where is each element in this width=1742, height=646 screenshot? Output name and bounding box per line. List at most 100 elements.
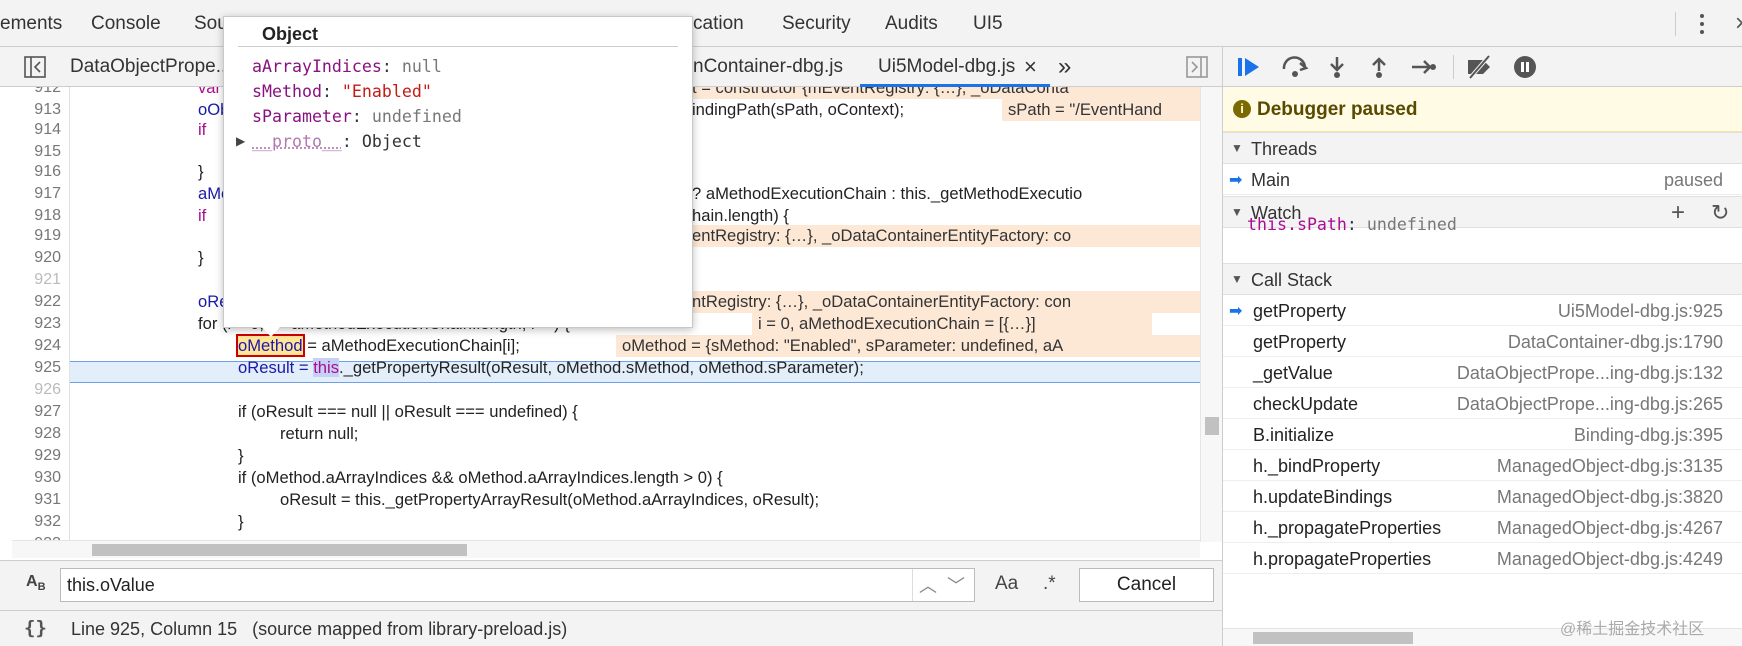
frame-location[interactable]: ManagedObject-dbg.js:4267 — [1497, 518, 1723, 539]
toolbar-divider — [1675, 12, 1676, 36]
tab-ui5[interactable]: UI5 — [973, 0, 1003, 47]
threads-section-header[interactable]: ▼ Threads — [1223, 132, 1742, 164]
file-tab-ui5model[interactable]: Ui5Model-dbg.js — [878, 47, 1015, 87]
watch-expression-row[interactable]: this.sPath: undefined — [1247, 215, 1457, 234]
line-number[interactable]: 928 — [12, 423, 61, 445]
callstack-section-header[interactable]: ▼ Call Stack — [1223, 263, 1742, 295]
call-frame[interactable]: ➡ getProperty Ui5Model-dbg.js:925 — [1223, 295, 1742, 326]
frame-location[interactable]: ManagedObject-dbg.js:3820 — [1497, 487, 1723, 508]
thread-row[interactable]: ➡ Main paused — [1223, 164, 1742, 195]
close-devtools-icon[interactable]: × — [1735, 10, 1742, 38]
match-case-button[interactable]: Aa — [995, 573, 1018, 595]
line-number[interactable]: 916 — [12, 161, 61, 183]
step-icon[interactable] — [1409, 55, 1437, 79]
more-options-icon[interactable] — [1690, 12, 1714, 36]
frame-location[interactable]: Binding-dbg.js:395 — [1574, 425, 1723, 446]
resume-icon[interactable] — [1237, 55, 1263, 79]
frame-function: checkUpdate — [1253, 394, 1358, 415]
close-tab-icon[interactable]: × — [1024, 47, 1037, 87]
frame-location[interactable]: DataObjectPrope...ing-dbg.js:132 — [1457, 363, 1723, 384]
frame-location[interactable]: ManagedObject-dbg.js:4249 — [1497, 549, 1723, 570]
line-number[interactable]: 926 — [12, 379, 61, 401]
scroll-thumb[interactable] — [1253, 632, 1413, 644]
line-number[interactable]: 919 — [12, 225, 61, 247]
step-over-icon[interactable] — [1281, 55, 1309, 79]
line-number[interactable]: 922 — [12, 291, 61, 313]
search-next-icon[interactable]: ﹀ — [947, 572, 965, 598]
line-number[interactable]: 913 — [12, 99, 61, 121]
call-frame[interactable]: _getValue DataObjectPrope...ing-dbg.js:1… — [1223, 357, 1742, 388]
step-into-icon[interactable] — [1325, 55, 1349, 79]
cursor-position: Line 925, Column 15 (source mapped from … — [71, 619, 567, 640]
line-number[interactable]: 923 — [12, 313, 61, 335]
call-frame[interactable]: B.initialize Binding-dbg.js:395 — [1223, 419, 1742, 450]
line-number[interactable]: 932 — [12, 511, 61, 533]
editor-horizontal-scrollbar[interactable] — [12, 540, 1200, 558]
popover-property: sParameter: undefined — [252, 106, 462, 128]
popover-title: Object — [262, 24, 318, 45]
tab-elements[interactable]: ements — [0, 0, 62, 47]
popover-property-proto[interactable]: __proto__: Object — [252, 131, 422, 153]
scroll-thumb[interactable] — [92, 544, 467, 556]
call-frame[interactable]: h._bindProperty ManagedObject-dbg.js:313… — [1223, 450, 1742, 481]
line-number[interactable]: 918 — [12, 205, 61, 227]
search-previous-icon[interactable]: ︿ — [919, 572, 937, 598]
call-frame[interactable]: h._propagateProperties ManagedObject-dbg… — [1223, 512, 1742, 543]
call-frame[interactable]: h.updateBindings ManagedObject-dbg.js:38… — [1223, 481, 1742, 512]
line-number[interactable]: 931 — [12, 489, 61, 511]
line-number-gutter[interactable]: 912 913 914 915 916 917 918 919 920 921 … — [12, 87, 70, 542]
line-number[interactable]: 915 — [12, 141, 61, 163]
frame-function: getProperty — [1253, 301, 1346, 322]
popover-pointer — [262, 327, 280, 337]
scroll-thumb[interactable] — [1205, 417, 1219, 435]
tab-audits[interactable]: Audits — [885, 0, 938, 47]
code-fragment: } — [238, 511, 244, 533]
expand-triangle-icon[interactable]: ▶ — [236, 134, 245, 148]
frame-location[interactable]: DataContainer-dbg.js:1790 — [1508, 332, 1723, 353]
line-number[interactable]: 921 — [12, 269, 61, 291]
replace-toggle-icon[interactable]: AB — [26, 573, 46, 593]
cancel-button[interactable]: Cancel — [1079, 568, 1214, 602]
tab-security[interactable]: Security — [782, 0, 851, 47]
highlighted-this[interactable]: this — [313, 358, 339, 377]
line-number[interactable]: 917 — [12, 183, 61, 205]
frame-location[interactable]: Ui5Model-dbg.js:925 — [1558, 301, 1723, 322]
toggle-debugger-icon[interactable] — [1186, 56, 1208, 78]
file-tab-dataobjectproperty[interactable]: DataObjectPrope... — [70, 47, 232, 87]
regex-button[interactable]: .* — [1043, 573, 1056, 595]
editor-vertical-scrollbar[interactable] — [1200, 87, 1222, 542]
tab-console[interactable]: Console — [91, 0, 161, 47]
collapse-triangle-icon[interactable]: ▼ — [1231, 141, 1243, 155]
tab-application[interactable]: cation — [693, 0, 744, 47]
pause-on-exceptions-icon[interactable] — [1513, 55, 1537, 79]
step-out-icon[interactable] — [1367, 55, 1391, 79]
frame-location[interactable]: DataObjectPrope...ing-dbg.js:265 — [1457, 394, 1723, 415]
status-bar: {} Line 925, Column 15 (source mapped fr… — [0, 610, 1222, 646]
frame-location[interactable]: ManagedObject-dbg.js:3135 — [1497, 456, 1723, 477]
hovered-token-omethod[interactable]: oMethod — [238, 336, 303, 355]
pretty-print-icon[interactable]: {} — [24, 617, 47, 639]
paused-banner: i Debugger paused — [1223, 87, 1742, 132]
line-number[interactable]: 924 — [12, 335, 61, 357]
line-number[interactable]: 925 — [12, 357, 61, 379]
frame-function: B.initialize — [1253, 425, 1334, 446]
line-number[interactable]: 912 — [12, 87, 61, 99]
call-frame[interactable]: checkUpdate DataObjectPrope...ing-dbg.js… — [1223, 388, 1742, 419]
line-number[interactable]: 930 — [12, 467, 61, 489]
deactivate-breakpoints-icon[interactable] — [1465, 55, 1495, 79]
file-tab-datacontainer[interactable]: nContainer-dbg.js — [693, 47, 843, 87]
search-input[interactable] — [60, 568, 975, 602]
line-number[interactable]: 929 — [12, 445, 61, 467]
frame-function: h.propagateProperties — [1253, 549, 1431, 570]
line-number[interactable]: 927 — [12, 401, 61, 423]
call-frame[interactable]: getProperty DataContainer-dbg.js:1790 — [1223, 326, 1742, 357]
add-watch-icon[interactable]: + — [1671, 199, 1685, 227]
collapse-triangle-icon[interactable]: ▼ — [1231, 272, 1243, 286]
line-number[interactable]: 914 — [12, 119, 61, 141]
line-number[interactable]: 920 — [12, 247, 61, 269]
more-tabs-icon[interactable]: » — [1058, 47, 1071, 87]
call-frame[interactable]: h.propagateProperties ManagedObject-dbg.… — [1223, 543, 1742, 574]
toggle-navigator-icon[interactable] — [24, 56, 46, 78]
refresh-icon[interactable]: ↻ — [1711, 200, 1729, 226]
collapse-triangle-icon[interactable]: ▼ — [1231, 205, 1243, 219]
